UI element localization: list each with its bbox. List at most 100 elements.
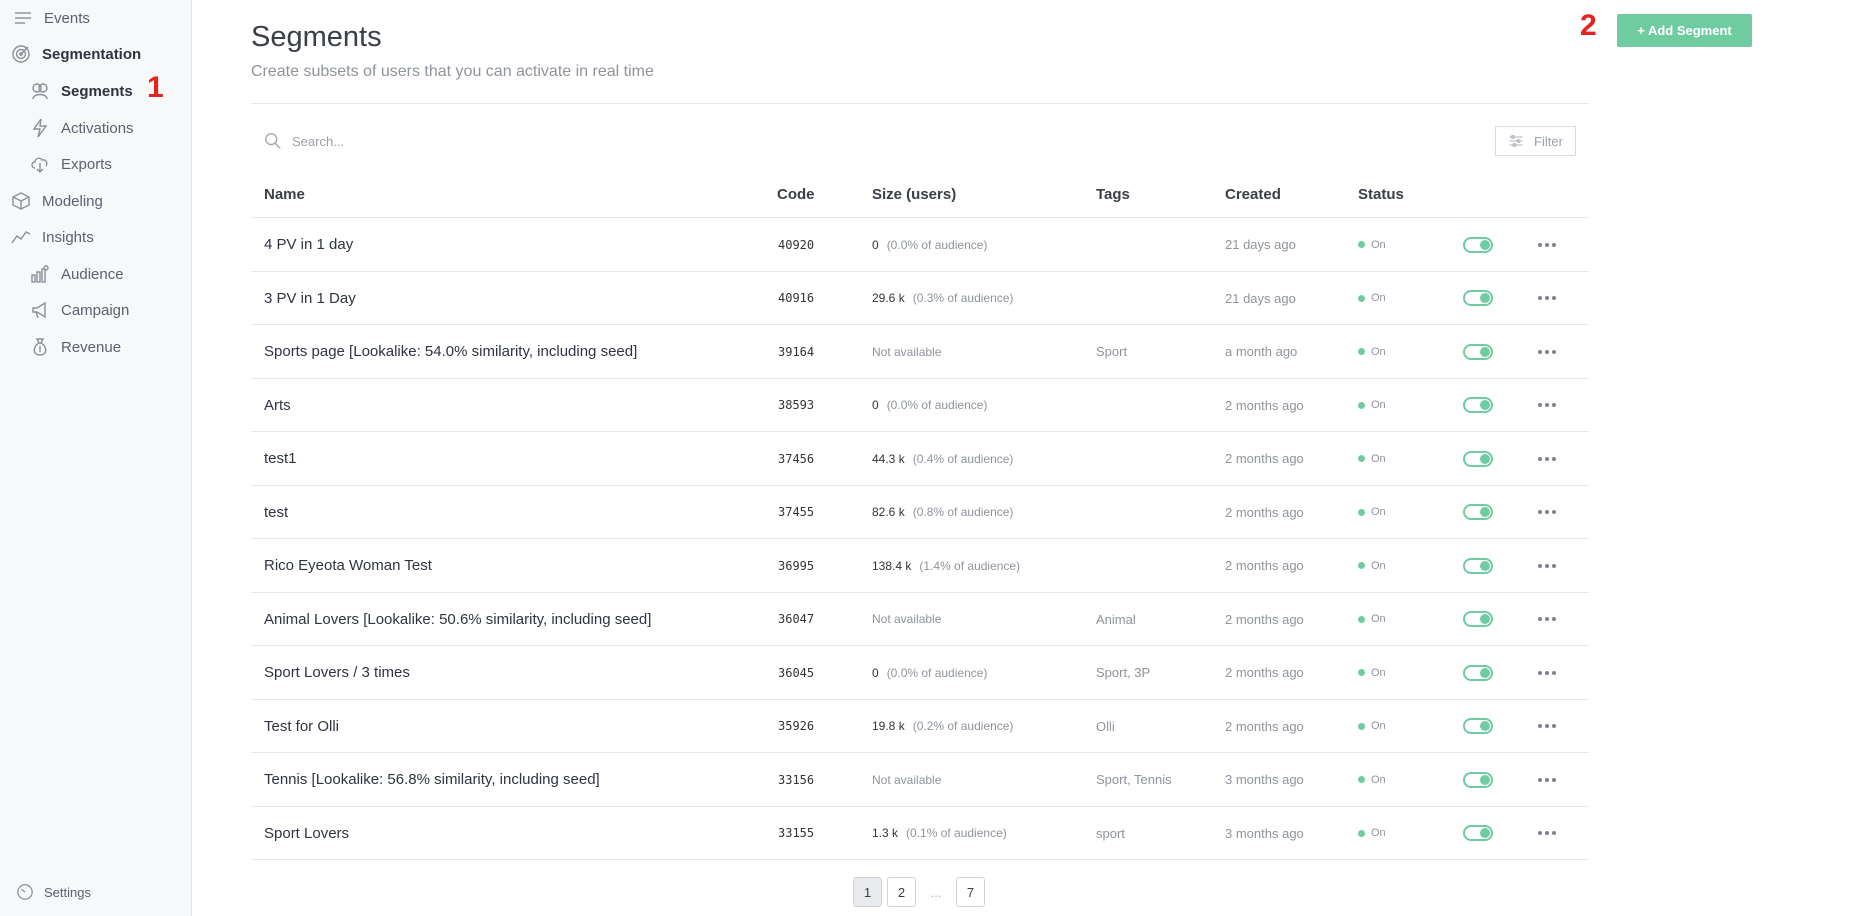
status-toggle[interactable] [1463, 236, 1493, 253]
table-row[interactable]: Arts 38593 0 (0.0% of audience) 2 months … [251, 379, 1589, 432]
page-button-7[interactable]: 7 [956, 877, 985, 907]
segment-name[interactable]: Sports page [Lookalike: 54.0% similarity… [264, 325, 637, 378]
segment-code: 37456 [778, 451, 815, 466]
table-row[interactable]: Test for Olli 35926 19.8 k (0.2% of audie… [251, 700, 1589, 753]
status-toggle[interactable] [1463, 825, 1493, 841]
status-toggle[interactable] [1463, 611, 1493, 627]
more-options-icon[interactable] [1536, 453, 1558, 465]
sidebar-item-campaign[interactable]: Campaign [29, 299, 129, 321]
sidebar-item-label: Segments [61, 82, 133, 100]
column-header-created[interactable]: Created [1225, 186, 1281, 203]
more-options-icon[interactable] [1536, 239, 1558, 251]
sidebar-item-events[interactable]: Events [12, 7, 90, 29]
sidebar-item-revenue[interactable]: Revenue [29, 336, 121, 358]
more-options-icon[interactable] [1536, 399, 1558, 411]
toggle-knob [1480, 614, 1490, 624]
megaphone-icon [29, 299, 51, 321]
bar-chart-icon [29, 263, 51, 285]
status-toggle[interactable] [1463, 557, 1493, 574]
segment-size: 29.6 k (0.3% of audience) [872, 272, 1013, 325]
segment-name[interactable]: Arts [264, 379, 291, 432]
more-options-icon[interactable] [1536, 667, 1558, 679]
table-row[interactable]: Rico Eyeota Woman Test 36995 138.4 k (1.4… [251, 539, 1589, 593]
more-options-icon[interactable] [1536, 720, 1558, 732]
more-cell [1536, 325, 1558, 378]
segment-size: 138.4 k (1.4% of audience) [872, 539, 1020, 592]
size-percent: (0.3% of audience) [912, 291, 1014, 305]
table-row[interactable]: Animal Lovers [Lookalike: 50.6% similari… [251, 593, 1589, 646]
segment-name[interactable]: Rico Eyeota Woman Test [264, 539, 432, 592]
table-row[interactable]: Sports page [Lookalike: 54.0% similarity… [251, 325, 1589, 379]
segment-created: 3 months ago [1225, 825, 1304, 841]
sidebar-item-modeling[interactable]: Modeling [10, 190, 103, 212]
page-button-2[interactable]: 2 [887, 877, 916, 907]
column-header-name[interactable]: Name [264, 186, 305, 203]
more-cell [1536, 593, 1558, 646]
sidebar-item-settings[interactable]: Settings [16, 883, 91, 901]
segment-tags: Sport, Tennis [1096, 772, 1172, 787]
table-row[interactable]: Sport Lovers 33155 1.3 k (0.1% of audienc… [251, 807, 1589, 860]
page-subtitle: Create subsets of users that you can act… [251, 63, 654, 80]
more-options-icon[interactable] [1536, 292, 1558, 304]
status-toggle[interactable] [1463, 718, 1493, 734]
sidebar-item-label: Segmentation [42, 45, 142, 63]
more-options-icon[interactable] [1536, 346, 1558, 358]
segment-name[interactable]: Tennis [Lookalike: 56.8% similarity, inc… [264, 753, 600, 806]
column-header-code[interactable]: Code [777, 186, 815, 203]
segment-name[interactable]: test [264, 486, 288, 539]
more-options-icon[interactable] [1536, 506, 1558, 518]
sidebar-item-label: Exports [61, 155, 112, 173]
more-options-icon[interactable] [1536, 774, 1558, 786]
sidebar-item-insights[interactable]: Insights [10, 226, 94, 248]
status-dot-icon [1358, 294, 1365, 302]
segment-name[interactable]: Sport Lovers / 3 times [264, 646, 410, 699]
sidebar-item-activations[interactable]: Activations [29, 117, 134, 139]
segment-name[interactable]: Animal Lovers [Lookalike: 50.6% similari… [264, 593, 651, 646]
target-icon [10, 43, 32, 65]
table-row[interactable]: Sport Lovers / 3 times 36045 0 (0.0% of a… [251, 646, 1589, 700]
more-options-icon[interactable] [1536, 613, 1558, 625]
add-segment-button[interactable]: + Add Segment [1617, 14, 1752, 47]
column-header-status[interactable]: Status [1358, 186, 1404, 203]
sidebar-item-exports[interactable]: Exports [29, 153, 112, 175]
search-input[interactable] [292, 133, 592, 149]
segment-name[interactable]: Sport Lovers [264, 807, 349, 860]
segment-created: 21 days ago [1225, 237, 1296, 252]
page-button-1[interactable]: 1 [853, 877, 882, 907]
more-options-icon[interactable] [1536, 560, 1558, 572]
status-toggle[interactable] [1463, 290, 1493, 306]
more-options-icon[interactable] [1536, 827, 1558, 839]
status-toggle[interactable] [1463, 504, 1493, 520]
table-row[interactable]: test1 37456 44.3 k (0.4% of audience) 2 m… [251, 432, 1589, 486]
segment-tags: Animal [1096, 611, 1136, 627]
filter-button[interactable]: Filter [1495, 126, 1576, 156]
table-row[interactable]: test 37455 82.6 k (0.8% of audience) 2 mo… [251, 486, 1589, 539]
size-percent: (0.0% of audience) [886, 398, 988, 412]
column-header-size[interactable]: Size (users) [872, 186, 956, 203]
segment-name[interactable]: 4 PV in 1 day [264, 218, 353, 271]
segment-name[interactable]: Test for Olli [264, 700, 339, 753]
segment-name[interactable]: test1 [264, 432, 297, 485]
segment-name[interactable]: 3 PV in 1 Day [264, 272, 356, 325]
table-row[interactable]: 4 PV in 1 day 40920 0 (0.0% of audience) … [251, 218, 1589, 272]
status-toggle[interactable] [1463, 664, 1493, 681]
sidebar-item-audience[interactable]: Audience [29, 263, 124, 285]
status-toggle[interactable] [1463, 450, 1493, 467]
table-row[interactable]: 3 PV in 1 Day 40916 29.6 k (0.3% of audie… [251, 272, 1589, 325]
status-toggle[interactable] [1463, 397, 1493, 413]
segment-size: Not available [872, 593, 941, 646]
list-icon [12, 7, 34, 29]
segment-tags: sport [1096, 825, 1125, 841]
sidebar-item-segments[interactable]: Segments [29, 80, 133, 102]
toggle-knob [1480, 453, 1490, 464]
sidebar-item-segmentation[interactable]: Segmentation [10, 43, 141, 65]
column-header-tags[interactable]: Tags [1096, 186, 1130, 203]
status-dot-icon [1358, 348, 1365, 355]
status-toggle[interactable] [1463, 343, 1493, 360]
search-bar [264, 132, 592, 150]
table-row[interactable]: Tennis [Lookalike: 56.8% similarity, inc… [251, 753, 1589, 807]
status-toggle[interactable] [1463, 771, 1493, 788]
status-text: On [1371, 613, 1386, 625]
status-dot-icon [1358, 455, 1365, 462]
segment-code: 36045 [778, 665, 815, 680]
